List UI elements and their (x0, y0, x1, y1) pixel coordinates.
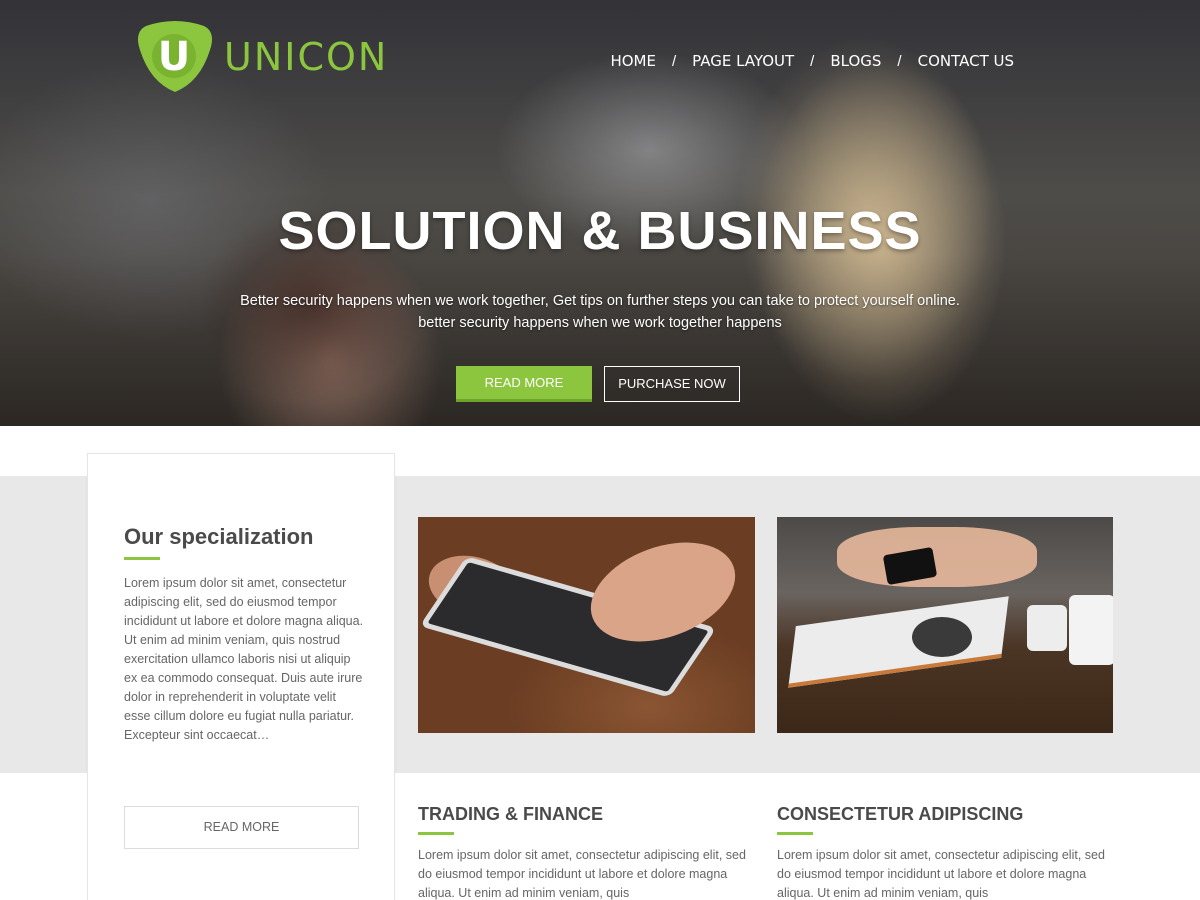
hero-read-more-button[interactable]: READ MORE (456, 366, 592, 402)
photo-magazine (788, 596, 1009, 688)
column-title-trading: TRADING & FINANCE (418, 804, 603, 824)
photo-arms (837, 527, 1037, 587)
specialization-text: Lorem ipsum dolor sit amet, consectetur … (124, 576, 364, 742)
specialization-card: Our specialization Lorem ipsum dolor sit… (87, 453, 395, 900)
hero-subtitle-line-2: better security happens when we work tog… (418, 315, 782, 331)
brand-name: UNICON (224, 35, 389, 79)
nav-separator: / (897, 52, 902, 70)
nav-page-layout[interactable]: PAGE LAYOUT (692, 52, 794, 70)
nav-home[interactable]: HOME (610, 52, 656, 70)
logo-letter: U (158, 34, 190, 80)
column-title-consectetur: CONSECTETUR ADIPISCING (777, 804, 1024, 824)
column-underline (777, 832, 813, 835)
nav-contact-us[interactable]: CONTACT US (918, 52, 1014, 70)
hero-purchase-now-button[interactable]: PURCHASE NOW (604, 366, 740, 402)
specialization-title: Our specialization (124, 524, 314, 549)
hero-subtitle-line-1: Better security happens when we work tog… (240, 293, 960, 309)
tablet-photo (418, 517, 755, 733)
photo-magazine-graphic (912, 617, 972, 657)
hero-subtitle: Better security happens when we work tog… (0, 290, 1200, 334)
nav-separator: / (810, 52, 815, 70)
phone-photo (777, 517, 1113, 733)
column-underline (418, 832, 454, 835)
main-nav: HOME / PAGE LAYOUT / BLOGS / CONTACT US (610, 52, 1014, 70)
nav-blogs[interactable]: BLOGS (830, 52, 881, 70)
hero-title: SOLUTION & BUSINESS (278, 201, 922, 261)
specialization-read-more-button[interactable]: READ MORE (124, 806, 359, 849)
column-text-trading: Lorem ipsum dolor sit amet, consectetur … (418, 848, 746, 900)
hero-banner: U UNICON HOME / PAGE LAYOUT / BLOGS / CO… (0, 0, 1200, 426)
logo[interactable]: U UNICON (136, 20, 388, 94)
column-text-consectetur: Lorem ipsum dolor sit amet, consectetur … (777, 848, 1105, 900)
photo-cup (1069, 595, 1113, 665)
nav-separator: / (671, 52, 677, 70)
title-underline (124, 557, 160, 560)
shield-logo-icon: U (138, 21, 212, 92)
photo-cup-small (1027, 605, 1067, 651)
